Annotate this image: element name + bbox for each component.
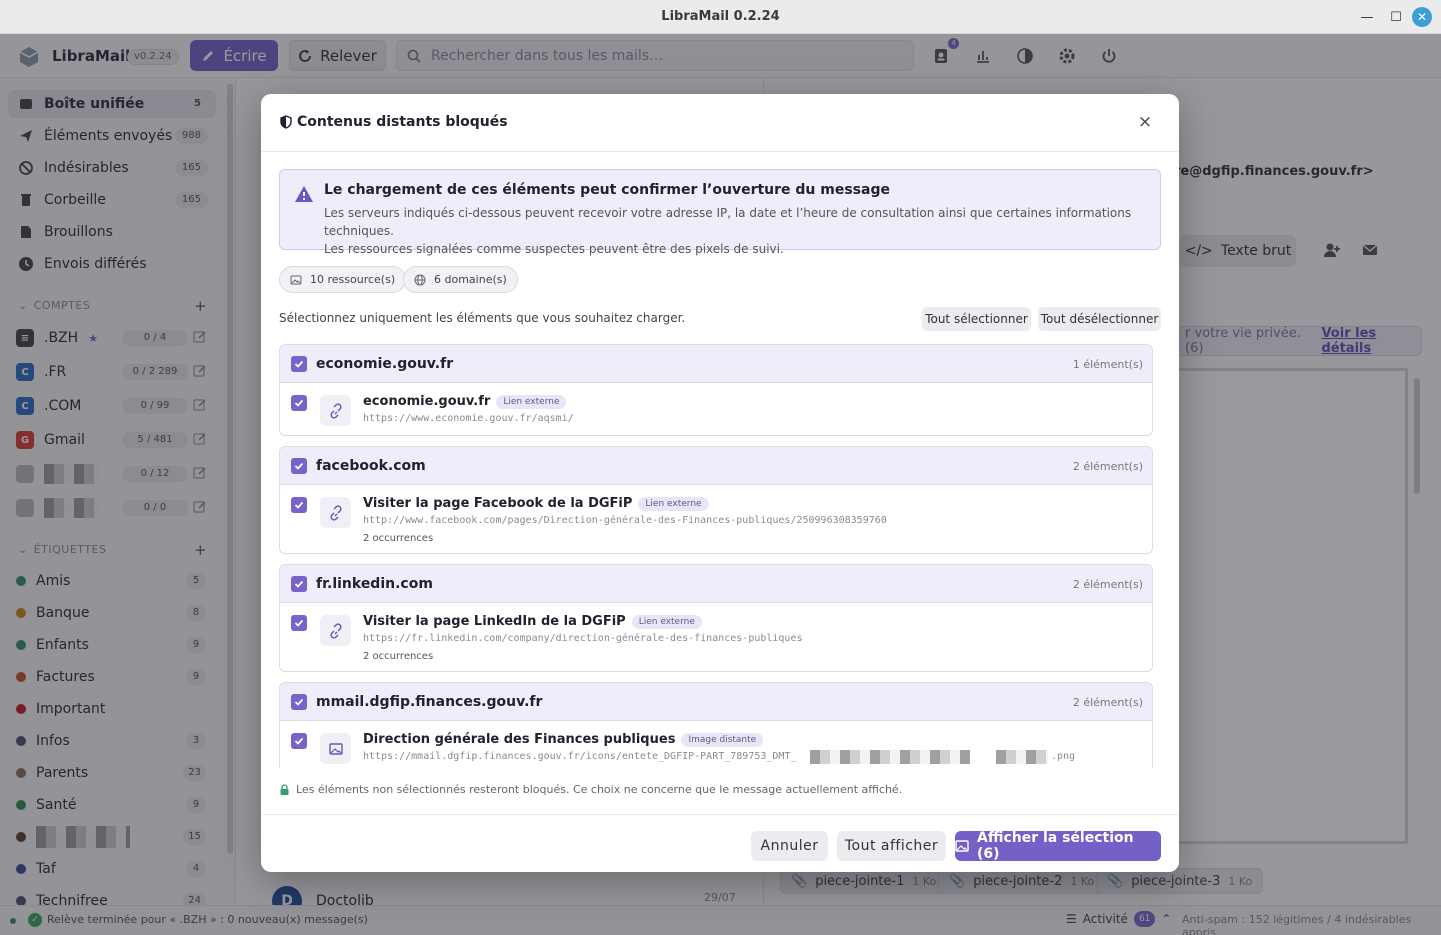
link-icon [320, 615, 351, 646]
checkmark-icon [294, 399, 304, 407]
domain-group: fr.linkedin.com 2 élément(s) Visiter la … [279, 564, 1153, 672]
resource-checkbox[interactable] [291, 497, 307, 513]
checkmark-icon [294, 462, 304, 470]
domain-group-header: fr.linkedin.com 2 élément(s) [280, 565, 1152, 603]
app-window: LibraMail 0.2.24 — ☐ ✕ LibraMail v0.2.24… [0, 0, 1441, 935]
domains-count: 6 domaine(s) [434, 273, 507, 286]
resource-checkbox[interactable] [291, 733, 307, 749]
domain-checkbox[interactable] [291, 694, 307, 710]
globe-icon [414, 274, 426, 285]
checkmark-icon [294, 619, 304, 627]
domain-count: 2 élément(s) [1072, 696, 1143, 709]
close-window-icon[interactable]: ✕ [1412, 7, 1432, 27]
resource-url: https://www.economie.gouv.fr/aqsmi/ [363, 413, 574, 424]
remote-content-dialog: Contenus distants bloqués × Le chargemen… [261, 94, 1179, 872]
domain-name: mmail.dgfip.finances.gouv.fr [316, 694, 543, 710]
checkmark-icon [294, 360, 304, 368]
resources-count: 10 ressource(s) [310, 273, 396, 286]
checkmark-icon [294, 698, 304, 706]
lock-icon [280, 784, 289, 795]
domain-count: 1 élément(s) [1072, 358, 1143, 371]
resource-title-row: economie.gouv.fr Lien externe [363, 394, 567, 409]
resource-checkbox[interactable] [291, 615, 307, 631]
checkmark-icon [294, 501, 304, 509]
show-selection-label: Afficher la sélection (6) [977, 830, 1134, 862]
select-all-button[interactable]: Tout sélectionner [922, 307, 1031, 331]
dialog-footer: Annuler Tout afficher Afficher la sélect… [261, 814, 1179, 872]
blocked-note: Les éléments non sélectionnés resteront … [279, 783, 902, 796]
show-selection-button[interactable]: Afficher la sélection (6) [955, 830, 1161, 862]
resource-title-row: Visiter la page LinkedIn de la DGFiP Lien… [363, 614, 702, 629]
resource-url: http://www.facebook.com/pages/Direction-… [363, 515, 887, 526]
maximize-icon[interactable]: ☐ [1386, 7, 1406, 27]
domain-group-header: facebook.com 2 élément(s) [280, 447, 1152, 485]
resource-type-badge: Lien externe [631, 614, 702, 629]
occurrence-count: 2 occurrences [363, 651, 434, 662]
resource-type-badge: Lien externe [638, 496, 709, 511]
domain-group-header: economie.gouv.fr 1 élément(s) [280, 345, 1152, 383]
close-icon[interactable]: × [1135, 112, 1155, 132]
resource-type-badge: Image distante [681, 732, 764, 747]
image-icon [955, 840, 969, 852]
domain-groups-list: economie.gouv.fr 1 élément(s) economie.g… [279, 344, 1159, 768]
dialog-title-text: Contenus distants bloqués [297, 114, 508, 130]
warning-line: Les ressources signalées comme suspectes… [324, 242, 784, 256]
warning-title: Le chargement de ces éléments peut confi… [324, 182, 890, 198]
domain-group: economie.gouv.fr 1 élément(s) economie.g… [279, 344, 1153, 436]
domains-chip: 6 domaine(s) [403, 266, 518, 293]
dialog-title: Contenus distants bloqués [279, 114, 508, 130]
domain-count: 2 élément(s) [1072, 460, 1143, 473]
image-icon [320, 733, 351, 764]
resource-url: https://mmail.dgfip.finances.gouv.fr/ico… [363, 751, 797, 762]
resource-title: Direction générale des Finances publique… [363, 732, 676, 747]
dialog-header: Contenus distants bloqués × [261, 94, 1179, 152]
resource-title: Visiter la page Facebook de la DGFiP [363, 496, 633, 511]
domain-name: fr.linkedin.com [316, 576, 433, 592]
domain-group-header: mmail.dgfip.finances.gouv.fr 2 élément(s… [280, 683, 1152, 721]
blocked-note-text: Les éléments non sélectionnés resteront … [296, 783, 903, 796]
domain-group: mmail.dgfip.finances.gouv.fr 2 élément(s… [279, 682, 1153, 768]
resource-url-extension: .png [1051, 751, 1076, 762]
warning-description: Les serveurs indiqués ci-dessous peuvent… [324, 204, 1154, 258]
checkmark-icon [294, 580, 304, 588]
resource-title: economie.gouv.fr [363, 394, 491, 409]
resource-checkbox[interactable] [291, 395, 307, 411]
show-all-button[interactable]: Tout afficher [837, 831, 946, 861]
checkmark-icon [294, 737, 304, 745]
shield-icon [280, 115, 292, 129]
link-icon [320, 395, 351, 426]
resource-url: https://fr.linkedin.com/company/directio… [363, 633, 803, 644]
title-bar: LibraMail 0.2.24 — ☐ ✕ [0, 0, 1441, 34]
occurrence-count: 2 occurrences [363, 533, 434, 544]
domain-group: facebook.com 2 élément(s) Visiter la pag… [279, 446, 1153, 554]
warning-banner: Le chargement de ces éléments peut confi… [279, 169, 1161, 256]
domain-name: facebook.com [316, 458, 426, 474]
resource-title-row: Visiter la page Facebook de la DGFiP Lien… [363, 496, 709, 511]
resource-title: Visiter la page LinkedIn de la DGFiP [363, 614, 626, 629]
warning-line: Les serveurs indiqués ci-dessous peuvent… [324, 206, 1132, 238]
resources-chip: 10 ressource(s) [279, 266, 407, 293]
domain-name: economie.gouv.fr [316, 356, 454, 372]
window-title: LibraMail 0.2.24 [661, 9, 780, 24]
image-icon [290, 275, 302, 284]
warning-icon [295, 186, 313, 202]
domain-checkbox[interactable] [291, 356, 307, 372]
resource-title-row: Direction générale des Finances publique… [363, 732, 764, 747]
redacted-url-part [996, 750, 1048, 764]
redacted-url-part [810, 750, 970, 764]
instruction-text: Sélectionnez uniquement les éléments que… [279, 311, 686, 325]
link-icon [320, 497, 351, 528]
minimize-icon[interactable]: — [1357, 7, 1377, 27]
domain-checkbox[interactable] [291, 576, 307, 592]
cancel-button[interactable]: Annuler [751, 831, 828, 861]
domain-checkbox[interactable] [291, 458, 307, 474]
domain-count: 2 élément(s) [1072, 578, 1143, 591]
resource-type-badge: Lien externe [496, 394, 567, 409]
deselect-all-button[interactable]: Tout désélectionner [1038, 307, 1161, 331]
